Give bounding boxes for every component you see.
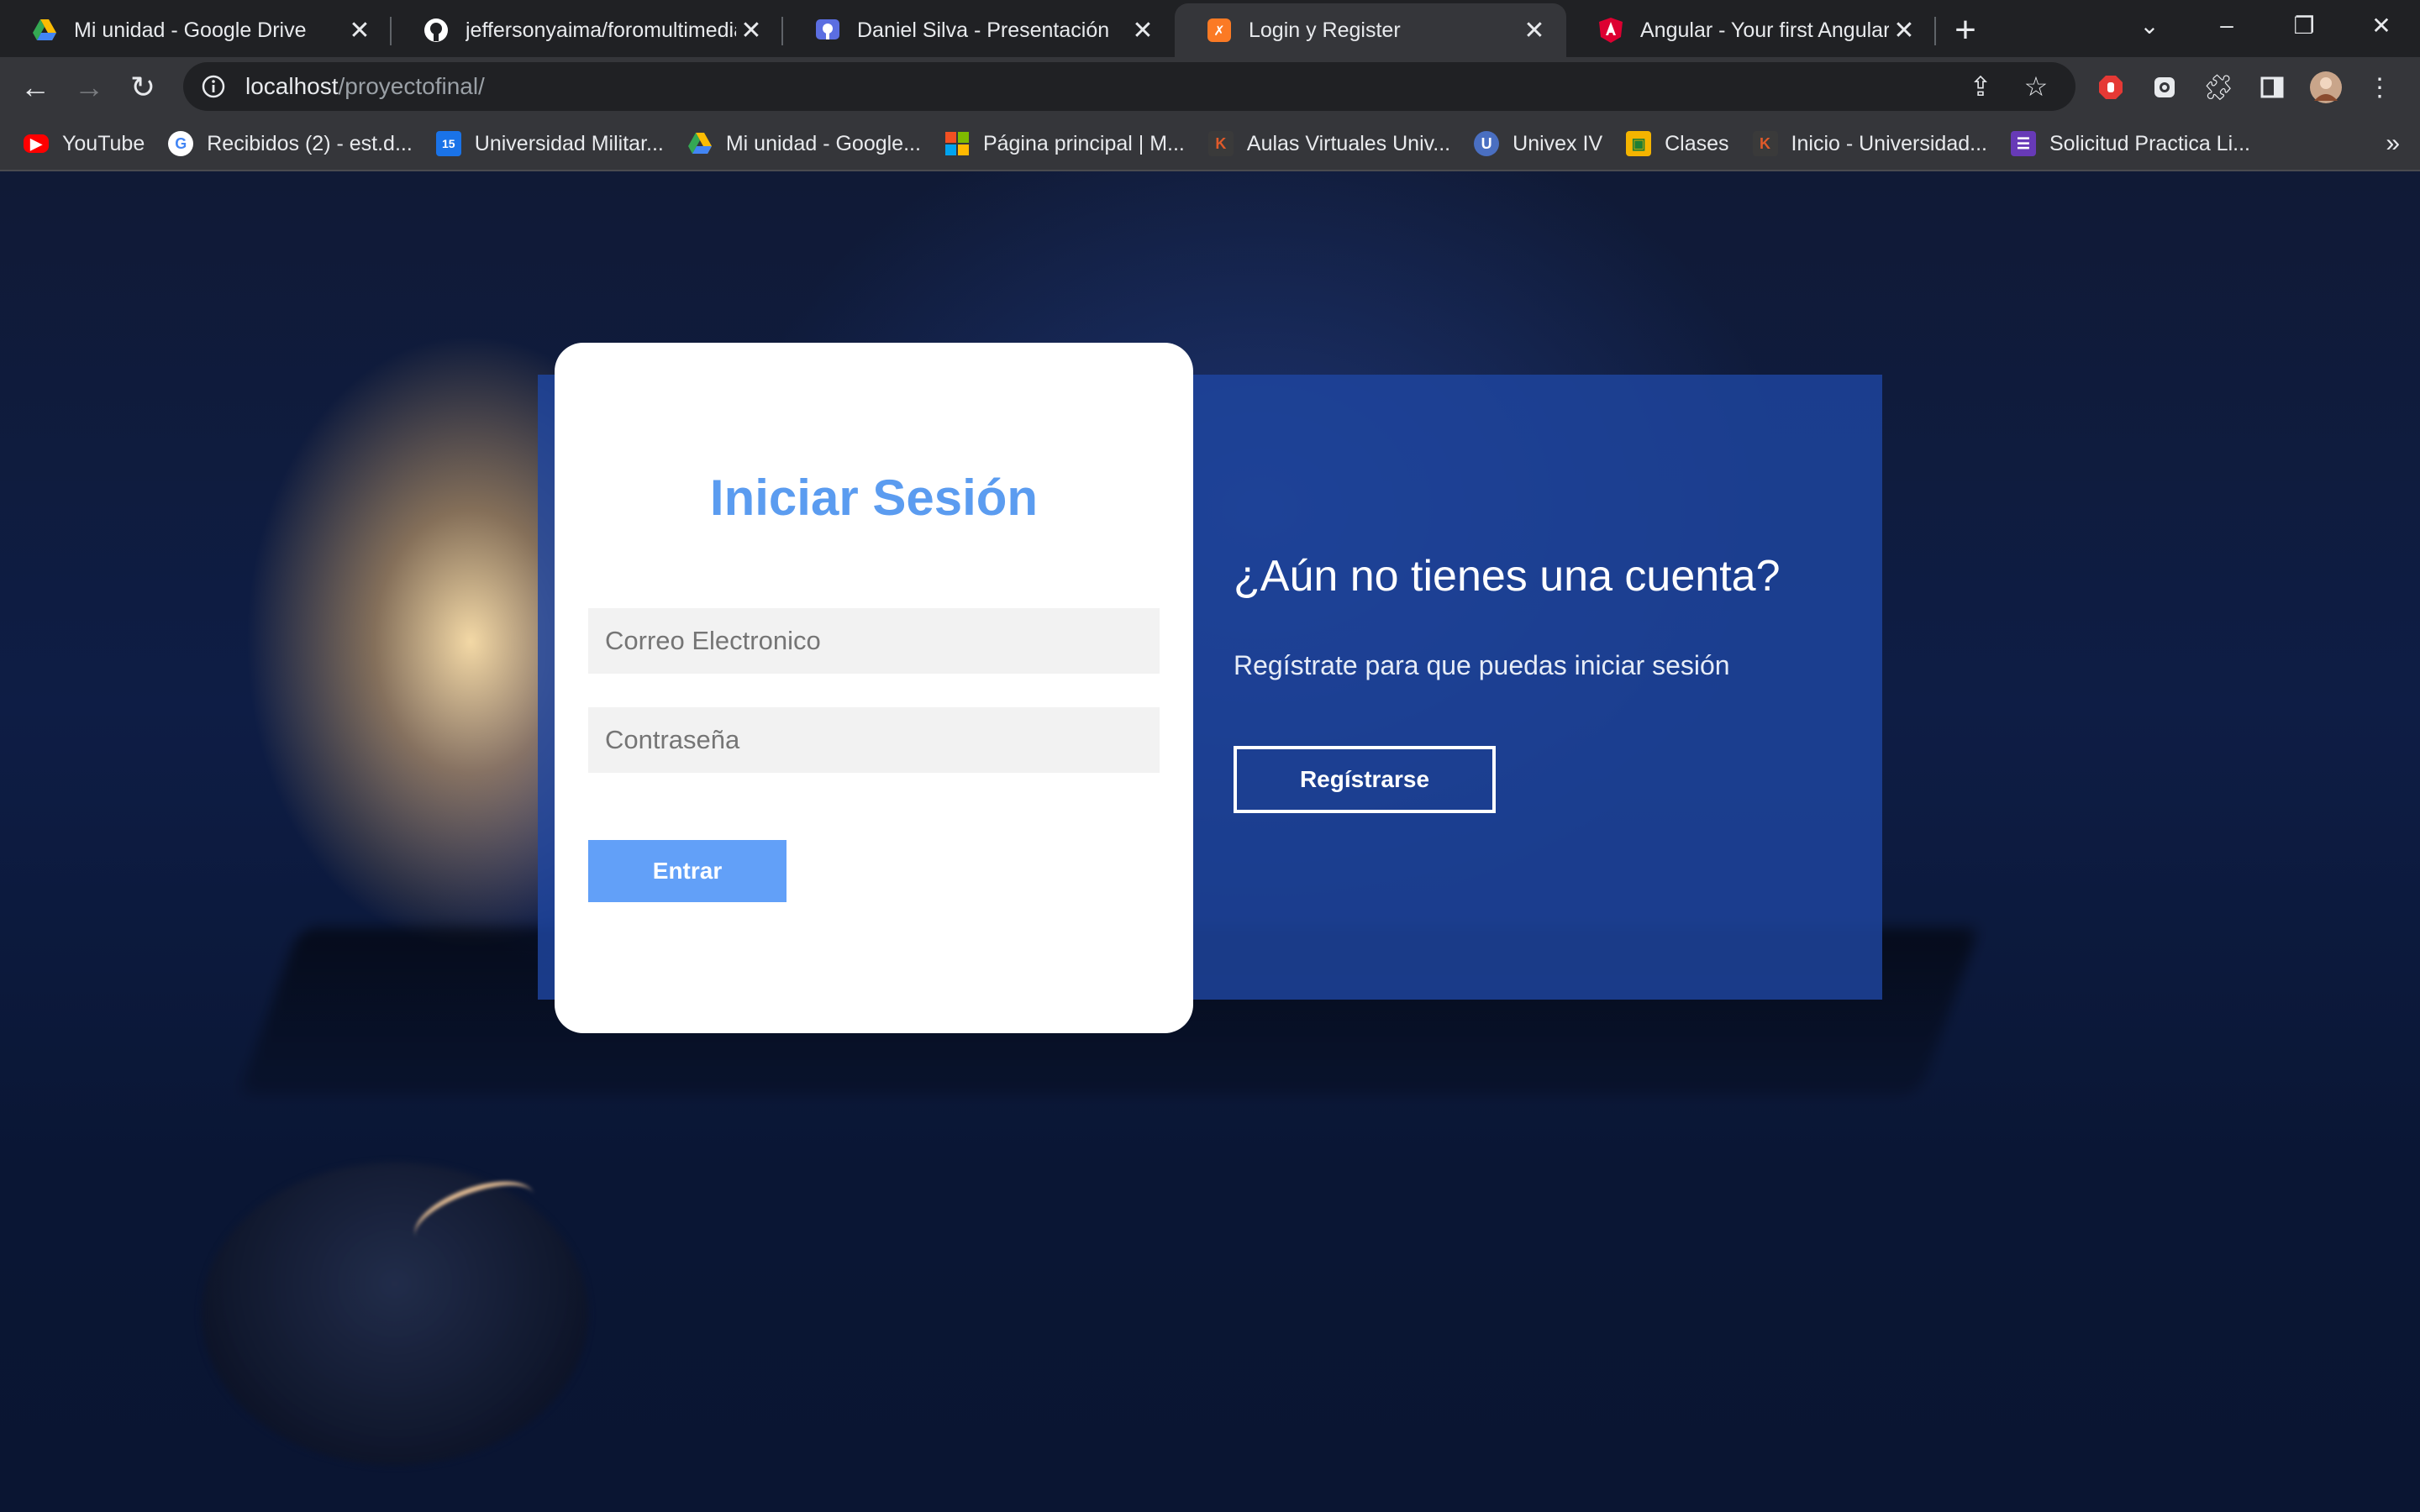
github-icon — [424, 18, 449, 43]
bookmark-label: Universidad Militar... — [474, 131, 664, 155]
share-icon[interactable]: ⇪ — [1953, 71, 2008, 102]
calendar-icon: 15 — [435, 131, 461, 156]
more-bookmarks-chevron-icon[interactable]: » — [2386, 129, 2400, 158]
univex-icon: U — [1474, 131, 1500, 156]
close-icon[interactable]: ✕ — [1889, 15, 1919, 45]
tab-google-drive[interactable]: Mi unidad - Google Drive ✕ — [0, 3, 392, 57]
bookmark-label: Univex IV — [1512, 131, 1603, 155]
url-text: localhost/proyectofinal/ — [245, 73, 485, 100]
tab-separator — [1934, 17, 1936, 45]
page-content: ¿Aún no tienes una cuenta? Regístrate pa… — [0, 171, 2420, 1512]
close-icon[interactable]: ✕ — [1519, 15, 1549, 45]
bookmark-label: Clases — [1665, 131, 1729, 155]
register-subtitle: Regístrate para que puedas iniciar sesió… — [1234, 650, 1730, 680]
microsoft-icon — [944, 131, 970, 156]
tab-title: Mi unidad - Google Drive — [74, 18, 307, 42]
screen-capture-extension-icon[interactable] — [2138, 60, 2191, 114]
tab-title: Angular - Your first Angular app — [1640, 18, 1889, 42]
bookmark-label: Solicitud Practica Li... — [2049, 131, 2250, 155]
bookmark-label: YouTube — [62, 131, 145, 155]
puzzle-icon[interactable]: 🧩︎ — [2191, 60, 2245, 114]
tab-title: Daniel Silva - Presentación — [857, 18, 1110, 42]
close-window-button[interactable]: ✕ — [2343, 0, 2420, 50]
tab-presentacion[interactable]: Daniel Silva - Presentación ✕ — [783, 3, 1175, 57]
tab-login-register[interactable]: ✗ Login y Register ✕ — [1175, 3, 1566, 57]
forms-icon: ☰ — [2010, 131, 2036, 156]
login-card: Iniciar Sesión Correo Electronico Contra… — [555, 343, 1193, 1033]
url-host: localhost — [245, 73, 339, 99]
tab-github[interactable]: jeffersonyaima/foromultimedia ✕ — [392, 3, 783, 57]
close-icon[interactable]: ✕ — [1128, 15, 1158, 45]
password-placeholder: Contraseña — [605, 725, 740, 754]
google-icon: G — [168, 131, 194, 156]
bookmarks-bar: ▶ YouTube G Recibidos (2) - est.d... 15 … — [0, 118, 2420, 171]
side-panel-icon[interactable] — [2245, 60, 2299, 114]
moodle-icon: K — [1207, 131, 1234, 156]
tab-angular[interactable]: Angular - Your first Angular app ✕ — [1566, 3, 1936, 57]
close-icon[interactable]: ✕ — [345, 15, 375, 45]
login-submit-button[interactable]: Entrar — [588, 840, 786, 902]
url-path: /proyectofinal/ — [338, 73, 485, 99]
bookmark-recibidos[interactable]: G Recibidos (2) - est.d... — [168, 131, 413, 156]
bookmark-youtube[interactable]: ▶ YouTube — [24, 132, 145, 156]
restore-button[interactable]: ❐ — [2265, 0, 2343, 50]
youtube-icon: ▶ — [24, 134, 49, 153]
angular-icon — [1598, 18, 1623, 43]
bookmark-label: Página principal | M... — [982, 131, 1185, 155]
bookmark-clases[interactable]: ▣ Clases — [1626, 131, 1729, 156]
email-placeholder: Correo Electronico — [605, 626, 821, 655]
tab-search-chevron-icon[interactable]: ⌄ — [2111, 0, 2188, 50]
new-tab-button[interactable]: + — [1936, 3, 1995, 57]
bookmark-mi-unidad[interactable]: Mi unidad - Google... — [687, 131, 921, 156]
register-question: ¿Aún no tienes una cuenta? — [1234, 552, 1781, 601]
email-field[interactable]: Correo Electronico — [588, 608, 1160, 674]
minimize-button[interactable]: – — [2188, 0, 2265, 50]
moodle-icon: K — [1752, 131, 1778, 156]
bookmark-aulas-virtuales[interactable]: K Aulas Virtuales Univ... — [1207, 131, 1451, 156]
bookmark-star-icon[interactable]: ☆ — [2008, 71, 2064, 102]
forward-button[interactable]: → — [62, 60, 116, 114]
password-field[interactable]: Contraseña — [588, 707, 1160, 773]
bookmark-label: Aulas Virtuales Univ... — [1246, 131, 1451, 155]
google-drive-icon — [687, 131, 713, 156]
tab-title: jeffersonyaima/foromultimedia — [466, 18, 736, 42]
tab-strip: Mi unidad - Google Drive ✕ jeffersonyaim… — [0, 0, 2420, 57]
info-icon[interactable] — [198, 71, 229, 102]
xampp-icon: ✗ — [1207, 18, 1232, 43]
reload-button[interactable]: ↻ — [116, 60, 170, 114]
address-bar-actions: ⇪ ☆ — [1953, 62, 2064, 111]
bookmark-inicio-universidad[interactable]: K Inicio - Universidad... — [1752, 131, 1987, 156]
bookmark-univex[interactable]: U Univex IV — [1474, 131, 1602, 156]
bookmark-pagina-principal[interactable]: Página principal | M... — [944, 131, 1185, 156]
window-controls: ⌄ – ❐ ✕ — [2111, 0, 2420, 50]
bookmark-universidad-militar[interactable]: 15 Universidad Militar... — [435, 131, 664, 156]
google-drive-icon — [32, 18, 57, 43]
close-icon[interactable]: ✕ — [736, 15, 766, 45]
bookmark-label: Inicio - Universidad... — [1791, 131, 1987, 155]
back-button[interactable]: ← — [8, 60, 62, 114]
login-title: Iniciar Sesión — [709, 470, 1039, 526]
avatar[interactable] — [2299, 60, 2353, 114]
bookmark-label: Mi unidad - Google... — [725, 131, 921, 155]
presentation-icon — [815, 18, 840, 43]
adblock-extension-icon[interactable] — [2084, 60, 2138, 114]
menu-kebab-icon[interactable]: ⋮ — [2353, 60, 2407, 114]
classroom-icon: ▣ — [1626, 131, 1652, 156]
browser-toolbar: ← → ↻ localhost/proyectofinal/ ⇪ ☆ 🧩︎ ⋮ — [0, 57, 2420, 118]
bookmark-solicitud-practica[interactable]: ☰ Solicitud Practica Li... — [2010, 131, 2250, 156]
address-bar[interactable]: localhost/proyectofinal/ ⇪ ☆ — [183, 62, 2075, 111]
tab-title: Login y Register — [1249, 18, 1401, 42]
register-button[interactable]: Regístrarse — [1234, 746, 1496, 813]
svg-text:✗: ✗ — [1213, 23, 1224, 39]
extensions-area: 🧩︎ ⋮ — [2084, 57, 2407, 118]
bookmark-label: Recibidos (2) - est.d... — [207, 131, 413, 155]
